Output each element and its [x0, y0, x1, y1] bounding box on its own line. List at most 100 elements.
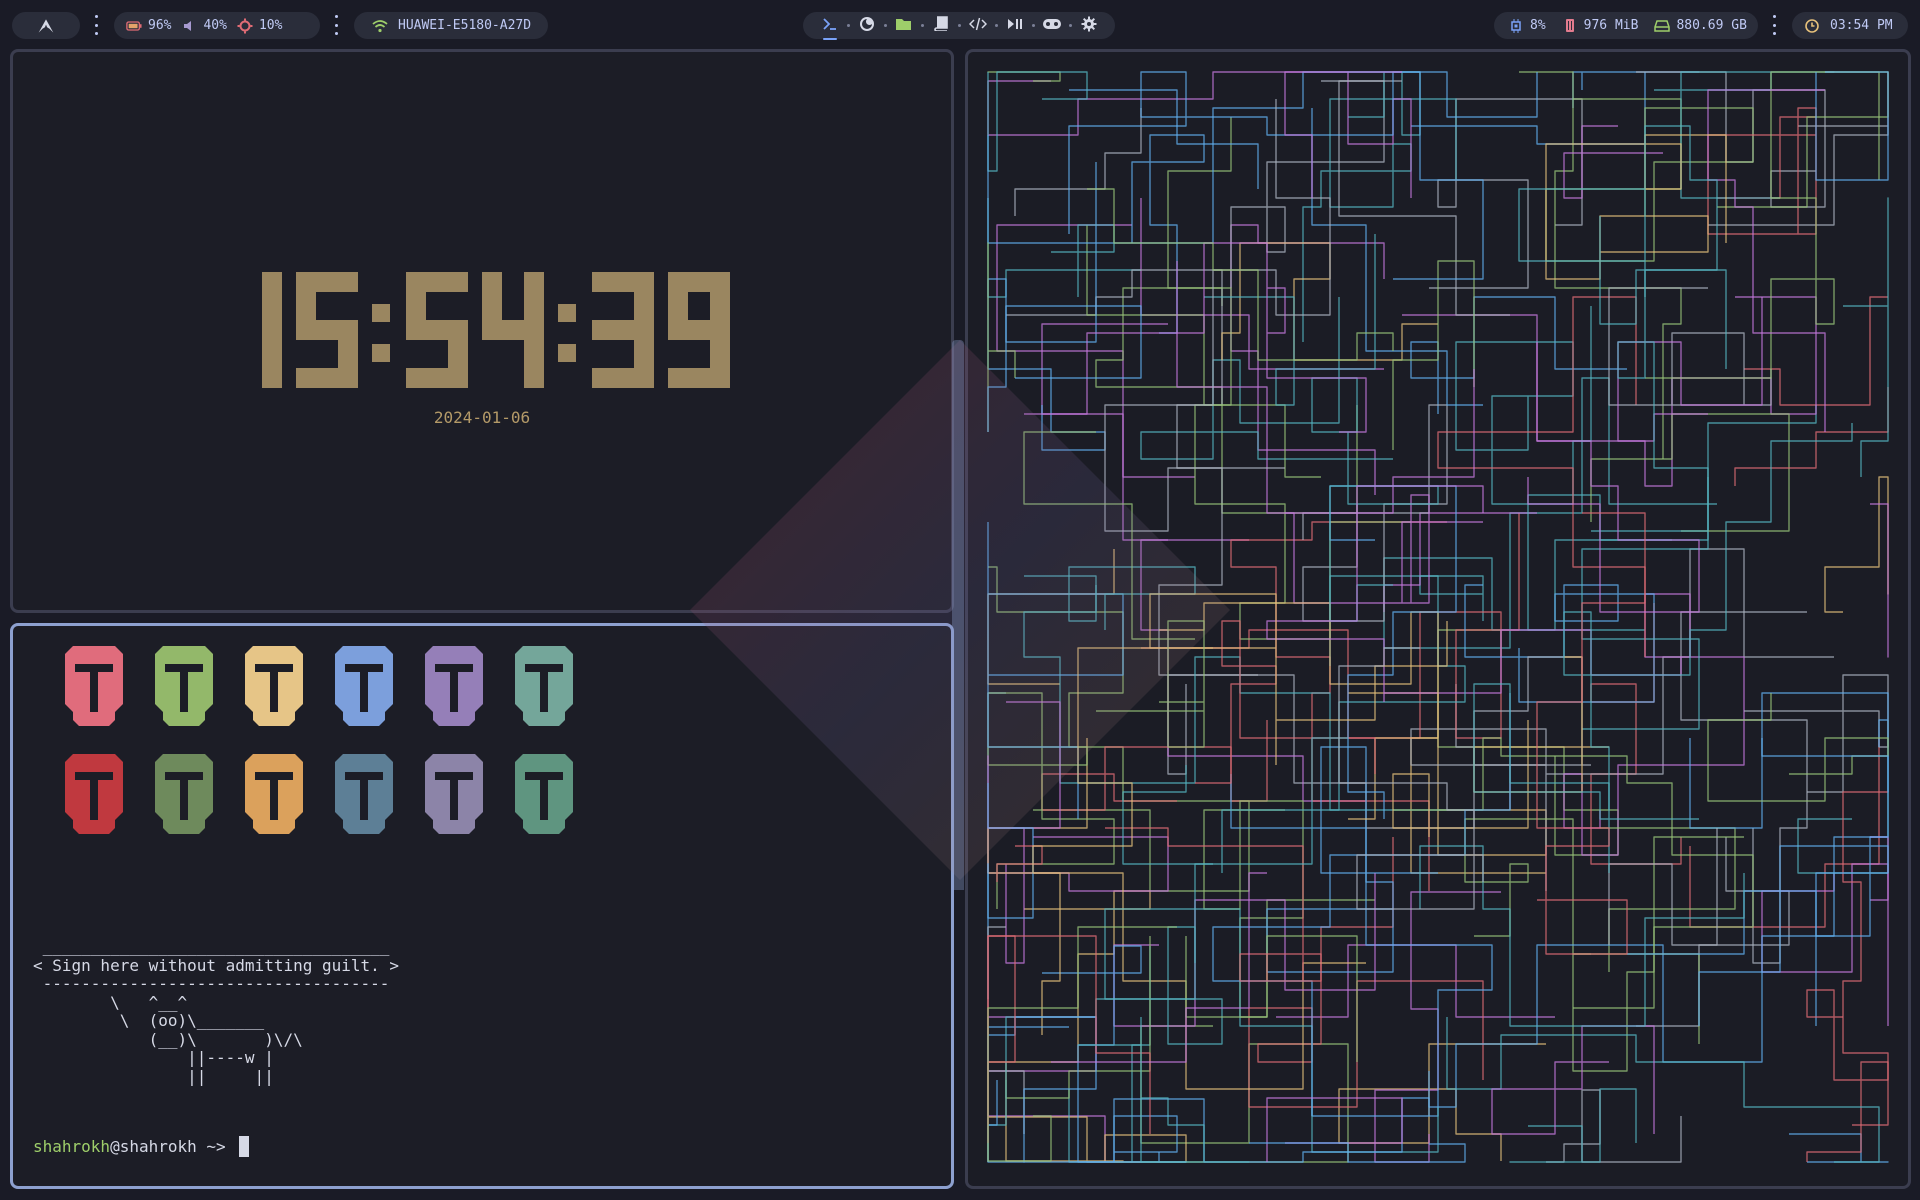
workspace-terminal[interactable]: [820, 16, 840, 40]
color-palette-helmets: [65, 646, 573, 834]
pipe-segment: [1707, 693, 1889, 802]
cpu-icon: [1508, 18, 1524, 34]
brightness-icon: [237, 18, 253, 34]
disk-icon: [1654, 18, 1671, 34]
pipe-segment: [1114, 1025, 1349, 1163]
pipe-segment: [1870, 836, 1889, 1026]
pipe-segment: [1086, 117, 1232, 406]
pipe-segment: [1411, 72, 1646, 145]
pipe-segment: [1473, 656, 1591, 810]
pipe-segment: [987, 926, 1177, 1162]
clock-digit: [592, 272, 654, 388]
helmet-swatch-icon: [425, 646, 483, 726]
clock-colon-dot: [372, 304, 390, 322]
pipe-segment: [1051, 224, 1115, 297]
workspace-code[interactable]: [968, 16, 988, 36]
system-status-group: 96% 40% 10%: [114, 12, 320, 39]
cpu-indicator[interactable]: 8%: [1508, 18, 1546, 34]
clock-digit: [406, 272, 468, 388]
pipe-segment: [1689, 692, 1889, 829]
pipe-segment: [987, 242, 1016, 432]
pipe-segment: [1806, 989, 1889, 1162]
pipe-segment: [1051, 872, 1267, 1063]
pipe-segment: [987, 692, 1006, 999]
pipe-segment: [1789, 1133, 1889, 1163]
book-icon: [933, 16, 948, 35]
menu-dots-icon[interactable]: [332, 15, 340, 35]
battery-indicator[interactable]: 96%: [126, 18, 171, 34]
clock-indicator[interactable]: 03:54 PM: [1792, 12, 1908, 39]
pipes-screensaver-window[interactable]: [965, 49, 1911, 1189]
network-indicator[interactable]: HUAWEI-E5180-A27D: [354, 12, 548, 39]
clock-icon: [1804, 18, 1820, 34]
cowsay-output: ____________________________________ < S…: [33, 937, 400, 1086]
helmet-swatch-icon: [245, 754, 303, 834]
pipe-segment: [987, 783, 1034, 919]
clock-digit: [296, 272, 358, 388]
launcher-button[interactable]: [12, 12, 80, 39]
speaker-icon: [181, 18, 197, 34]
pipes-animation: [987, 71, 1889, 1163]
memory-indicator[interactable]: 976 MiB: [1562, 18, 1638, 34]
top-bar: 96% 40% 10% HUAWEI-E5180-A27D 8% 976 MiB…: [0, 0, 1920, 50]
pipe-segment: [1230, 80, 1385, 288]
clock-colon-dot: [558, 344, 576, 362]
helmet-swatch-icon: [425, 754, 483, 834]
pipe-segment: [1590, 603, 1682, 865]
terminal-icon: [822, 17, 838, 35]
workspace-browser[interactable]: [857, 16, 877, 36]
helmet-swatch-icon: [335, 754, 393, 834]
brightness-indicator[interactable]: 10%: [237, 18, 282, 34]
shell-prompt[interactable]: shahrokh @shahrokh ~>: [33, 1136, 250, 1157]
pipe-segment: [987, 935, 1016, 1125]
brightness-value: 10%: [258, 18, 283, 33]
pipe-segment: [988, 566, 1250, 892]
workspace-files[interactable]: [894, 16, 914, 36]
workspace-settings[interactable]: [1079, 16, 1099, 36]
pipe-segment: [1429, 98, 1583, 289]
wifi-icon: [372, 18, 388, 34]
folder-icon: [895, 17, 913, 35]
workspace-docs[interactable]: [931, 16, 951, 36]
pipe-segment: [1473, 656, 1609, 793]
pipe-segment: [1023, 431, 1195, 640]
battery-value: 96%: [148, 18, 172, 33]
pipe-segment: [1204, 234, 1376, 406]
menu-dots-icon[interactable]: [92, 15, 100, 35]
pipe-segment: [1509, 1088, 1637, 1163]
pipe-segment: [1563, 125, 1663, 199]
pipe-segment: [987, 692, 1115, 909]
workspace-games[interactable]: [1042, 16, 1062, 36]
disk-value: 880.69 GB: [1676, 18, 1747, 33]
cpu-value: 8%: [1530, 18, 1546, 33]
pipe-segment: [996, 845, 1043, 882]
clock-digit: [482, 272, 544, 388]
workspace-media[interactable]: [1005, 16, 1025, 36]
memory-icon: [1562, 18, 1578, 34]
prompt-user: shahrokh: [33, 1137, 111, 1156]
pipe-segment: [1383, 512, 1537, 612]
pipe-segment: [1842, 791, 1889, 1126]
workspace-switcher: [803, 12, 1115, 40]
pipe-segment: [1617, 297, 1763, 442]
pipe-segment: [1266, 746, 1438, 973]
pipe-segment: [1069, 89, 1259, 189]
pipe-segment: [987, 198, 1141, 298]
resources-group: 8% 976 MiB 880.69 GB: [1494, 12, 1758, 39]
terminal-window[interactable]: ____________________________________ < S…: [10, 623, 954, 1189]
pipe-segment: [1824, 476, 1889, 613]
volume-indicator[interactable]: 40%: [181, 18, 227, 34]
gamepad-icon: [1042, 18, 1062, 34]
disk-indicator[interactable]: 880.69 GB: [1654, 18, 1747, 34]
pipe-segment: [1717, 71, 1889, 208]
pipe-segment: [1608, 287, 1772, 406]
clock-window[interactable]: 2024-01-06: [10, 49, 954, 613]
menu-dots-icon[interactable]: [1770, 15, 1778, 35]
pipe-segment: [1285, 369, 1475, 514]
pipe-segment: [1518, 125, 1718, 325]
pipe-segment: [1473, 683, 1699, 873]
pipe-segment: [1636, 71, 1826, 208]
helmet-swatch-icon: [515, 754, 573, 834]
pipe-segment: [987, 738, 1366, 1090]
digital-clock: [13, 272, 951, 392]
